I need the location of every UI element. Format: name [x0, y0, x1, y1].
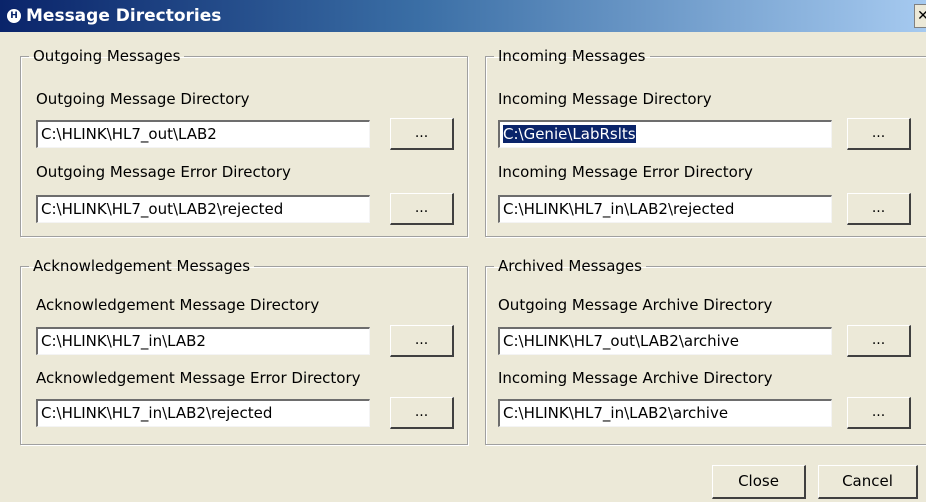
incoming-dir-input[interactable]: C:\Genie\LabRslts	[498, 120, 832, 148]
in-archive-label: Incoming Message Archive Directory	[498, 369, 773, 387]
incoming-dir-selected-text: C:\Genie\LabRslts	[503, 125, 636, 143]
ack-err-input[interactable]: C:\HLINK\HL7_in\LAB2\rejected	[36, 399, 370, 427]
close-window-button[interactable]: ✕	[914, 4, 926, 28]
ack-dir-browse-button[interactable]: ...	[390, 325, 454, 357]
outgoing-messages-legend: Outgoing Messages	[33, 47, 181, 65]
outgoing-dir-label: Outgoing Message Directory	[36, 90, 250, 108]
app-logo-icon: H	[6, 8, 22, 24]
archived-messages-legend: Archived Messages	[498, 257, 642, 275]
incoming-err-input[interactable]: C:\HLINK\HL7_in\LAB2\rejected	[498, 195, 832, 223]
outgoing-dir-browse-button[interactable]: ...	[390, 118, 454, 150]
incoming-messages-legend: Incoming Messages	[498, 47, 646, 65]
ack-err-browse-button[interactable]: ...	[390, 397, 454, 429]
close-button[interactable]: Close	[712, 465, 806, 499]
outgoing-err-label: Outgoing Message Error Directory	[36, 163, 291, 181]
outgoing-dir-input[interactable]: C:\HLINK\HL7_out\LAB2	[36, 120, 370, 148]
incoming-err-browse-button[interactable]: ...	[847, 193, 911, 225]
incoming-err-label: Incoming Message Error Directory	[498, 163, 753, 181]
ack-dir-input[interactable]: C:\HLINK\HL7_in\LAB2	[36, 327, 370, 355]
incoming-dir-browse-button[interactable]: ...	[847, 118, 911, 150]
acknowledgement-messages-legend: Acknowledgement Messages	[33, 257, 251, 275]
in-archive-browse-button[interactable]: ...	[847, 397, 911, 429]
outgoing-err-input[interactable]: C:\HLINK\HL7_out\LAB2\rejected	[36, 195, 370, 223]
outgoing-err-browse-button[interactable]: ...	[390, 193, 454, 225]
out-archive-input[interactable]: C:\HLINK\HL7_out\LAB2\archive	[498, 327, 832, 355]
window-title: Message Directories	[26, 6, 222, 26]
ack-dir-label: Acknowledgement Message Directory	[36, 296, 320, 314]
ack-err-label: Acknowledgement Message Error Directory	[36, 369, 361, 387]
cancel-button[interactable]: Cancel	[818, 465, 918, 499]
incoming-dir-label: Incoming Message Directory	[498, 90, 712, 108]
in-archive-input[interactable]: C:\HLINK\HL7_in\LAB2\archive	[498, 399, 832, 427]
out-archive-label: Outgoing Message Archive Directory	[498, 296, 773, 314]
title-bar[interactable]: H Message Directories ✕	[0, 0, 926, 32]
out-archive-browse-button[interactable]: ...	[847, 325, 911, 357]
